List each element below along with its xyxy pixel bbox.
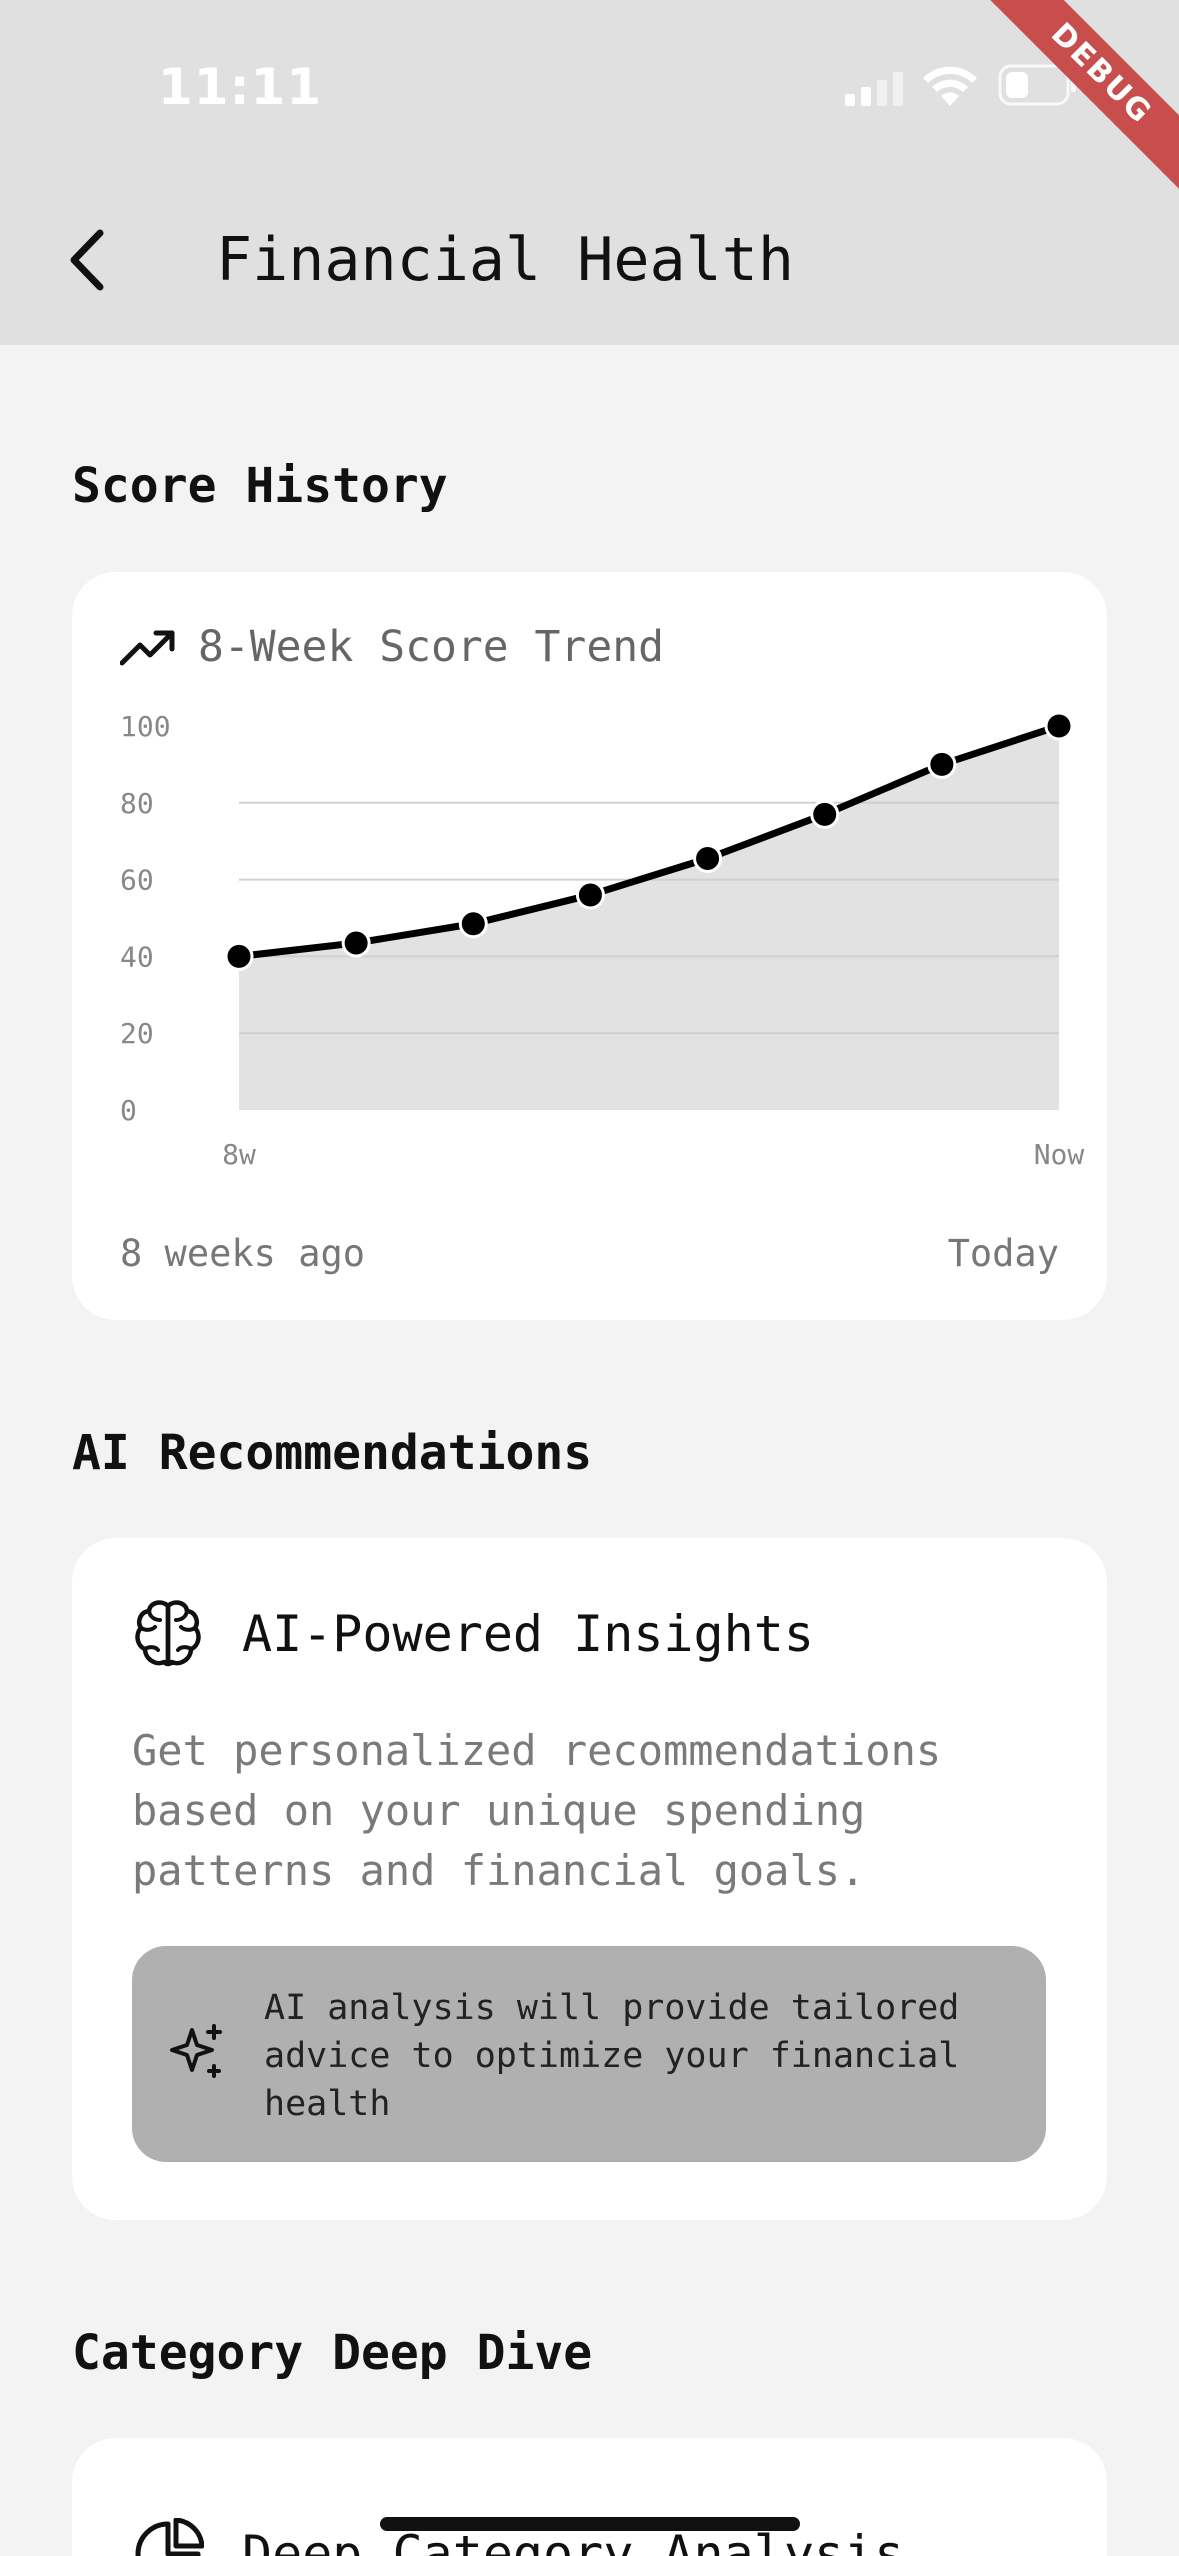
chart-footer-start: 8 weeks ago: [120, 1232, 366, 1275]
home-indicator: [380, 2517, 800, 2531]
chart-data-point: [458, 909, 488, 939]
score-history-heading: Score History: [72, 458, 448, 514]
chart-data-point: [693, 843, 723, 873]
y-tick-label: 60: [120, 864, 154, 897]
ai-recommendations-heading: AI Recommendations: [72, 1425, 593, 1481]
chart-data-point: [927, 749, 957, 779]
signal-icon: [845, 72, 903, 106]
chart-data-point: [575, 880, 605, 910]
back-button[interactable]: [52, 220, 122, 300]
pie-chart-icon: [135, 2518, 204, 2556]
chart-data-point: [341, 928, 371, 958]
score-trend-chart: 0 20 40 60 80 100 8w Now: [120, 710, 1085, 1171]
chart-area-fill: [239, 726, 1059, 1110]
chart-data-point: [224, 941, 254, 971]
ai-insights-note-text: AI analysis will provide tailored advice…: [264, 1988, 960, 2124]
y-tick-label: 20: [120, 1017, 154, 1050]
ai-insights-description: Get personalized recommendations based o…: [132, 1726, 942, 1895]
score-trend-card: 8-Week Score Trend 0 20 40 60 80 100 8w Now 8 w…: [72, 572, 1107, 1320]
chart-footer-end: Today: [947, 1232, 1059, 1275]
page-title: Financial Health: [216, 225, 794, 295]
ai-insights-note: AI analysis will provide tailored advice…: [132, 1946, 1046, 2162]
ai-insights-header: AI-Powered Insights: [132, 1598, 814, 1670]
chevron-left-icon: [70, 229, 104, 291]
chart-data-point: [810, 799, 840, 829]
status-time: 11:11: [158, 58, 323, 116]
sparkles-icon: [170, 2024, 222, 2078]
ai-insights-card[interactable]: AI-Powered Insights Get personalized rec…: [72, 1538, 1107, 2220]
category-deep-dive-heading: Category Deep Dive: [72, 2325, 593, 2381]
wifi-icon: [923, 66, 977, 106]
x-tick-label: Now: [1034, 1138, 1085, 1171]
y-tick-label: 100: [120, 710, 171, 743]
chart-data-point: [1044, 711, 1074, 741]
brain-icon: [135, 1600, 201, 1667]
ai-insights-title: AI-Powered Insights: [242, 1605, 814, 1663]
deep-category-card[interactable]: Deep Category Analysis: [72, 2438, 1107, 2556]
y-tick-label: 0: [120, 1094, 137, 1127]
y-tick-label: 80: [120, 787, 154, 820]
status-bar: 11:11: [0, 0, 1179, 175]
x-tick-label: 8w: [222, 1138, 256, 1171]
y-tick-label: 40: [120, 940, 154, 973]
